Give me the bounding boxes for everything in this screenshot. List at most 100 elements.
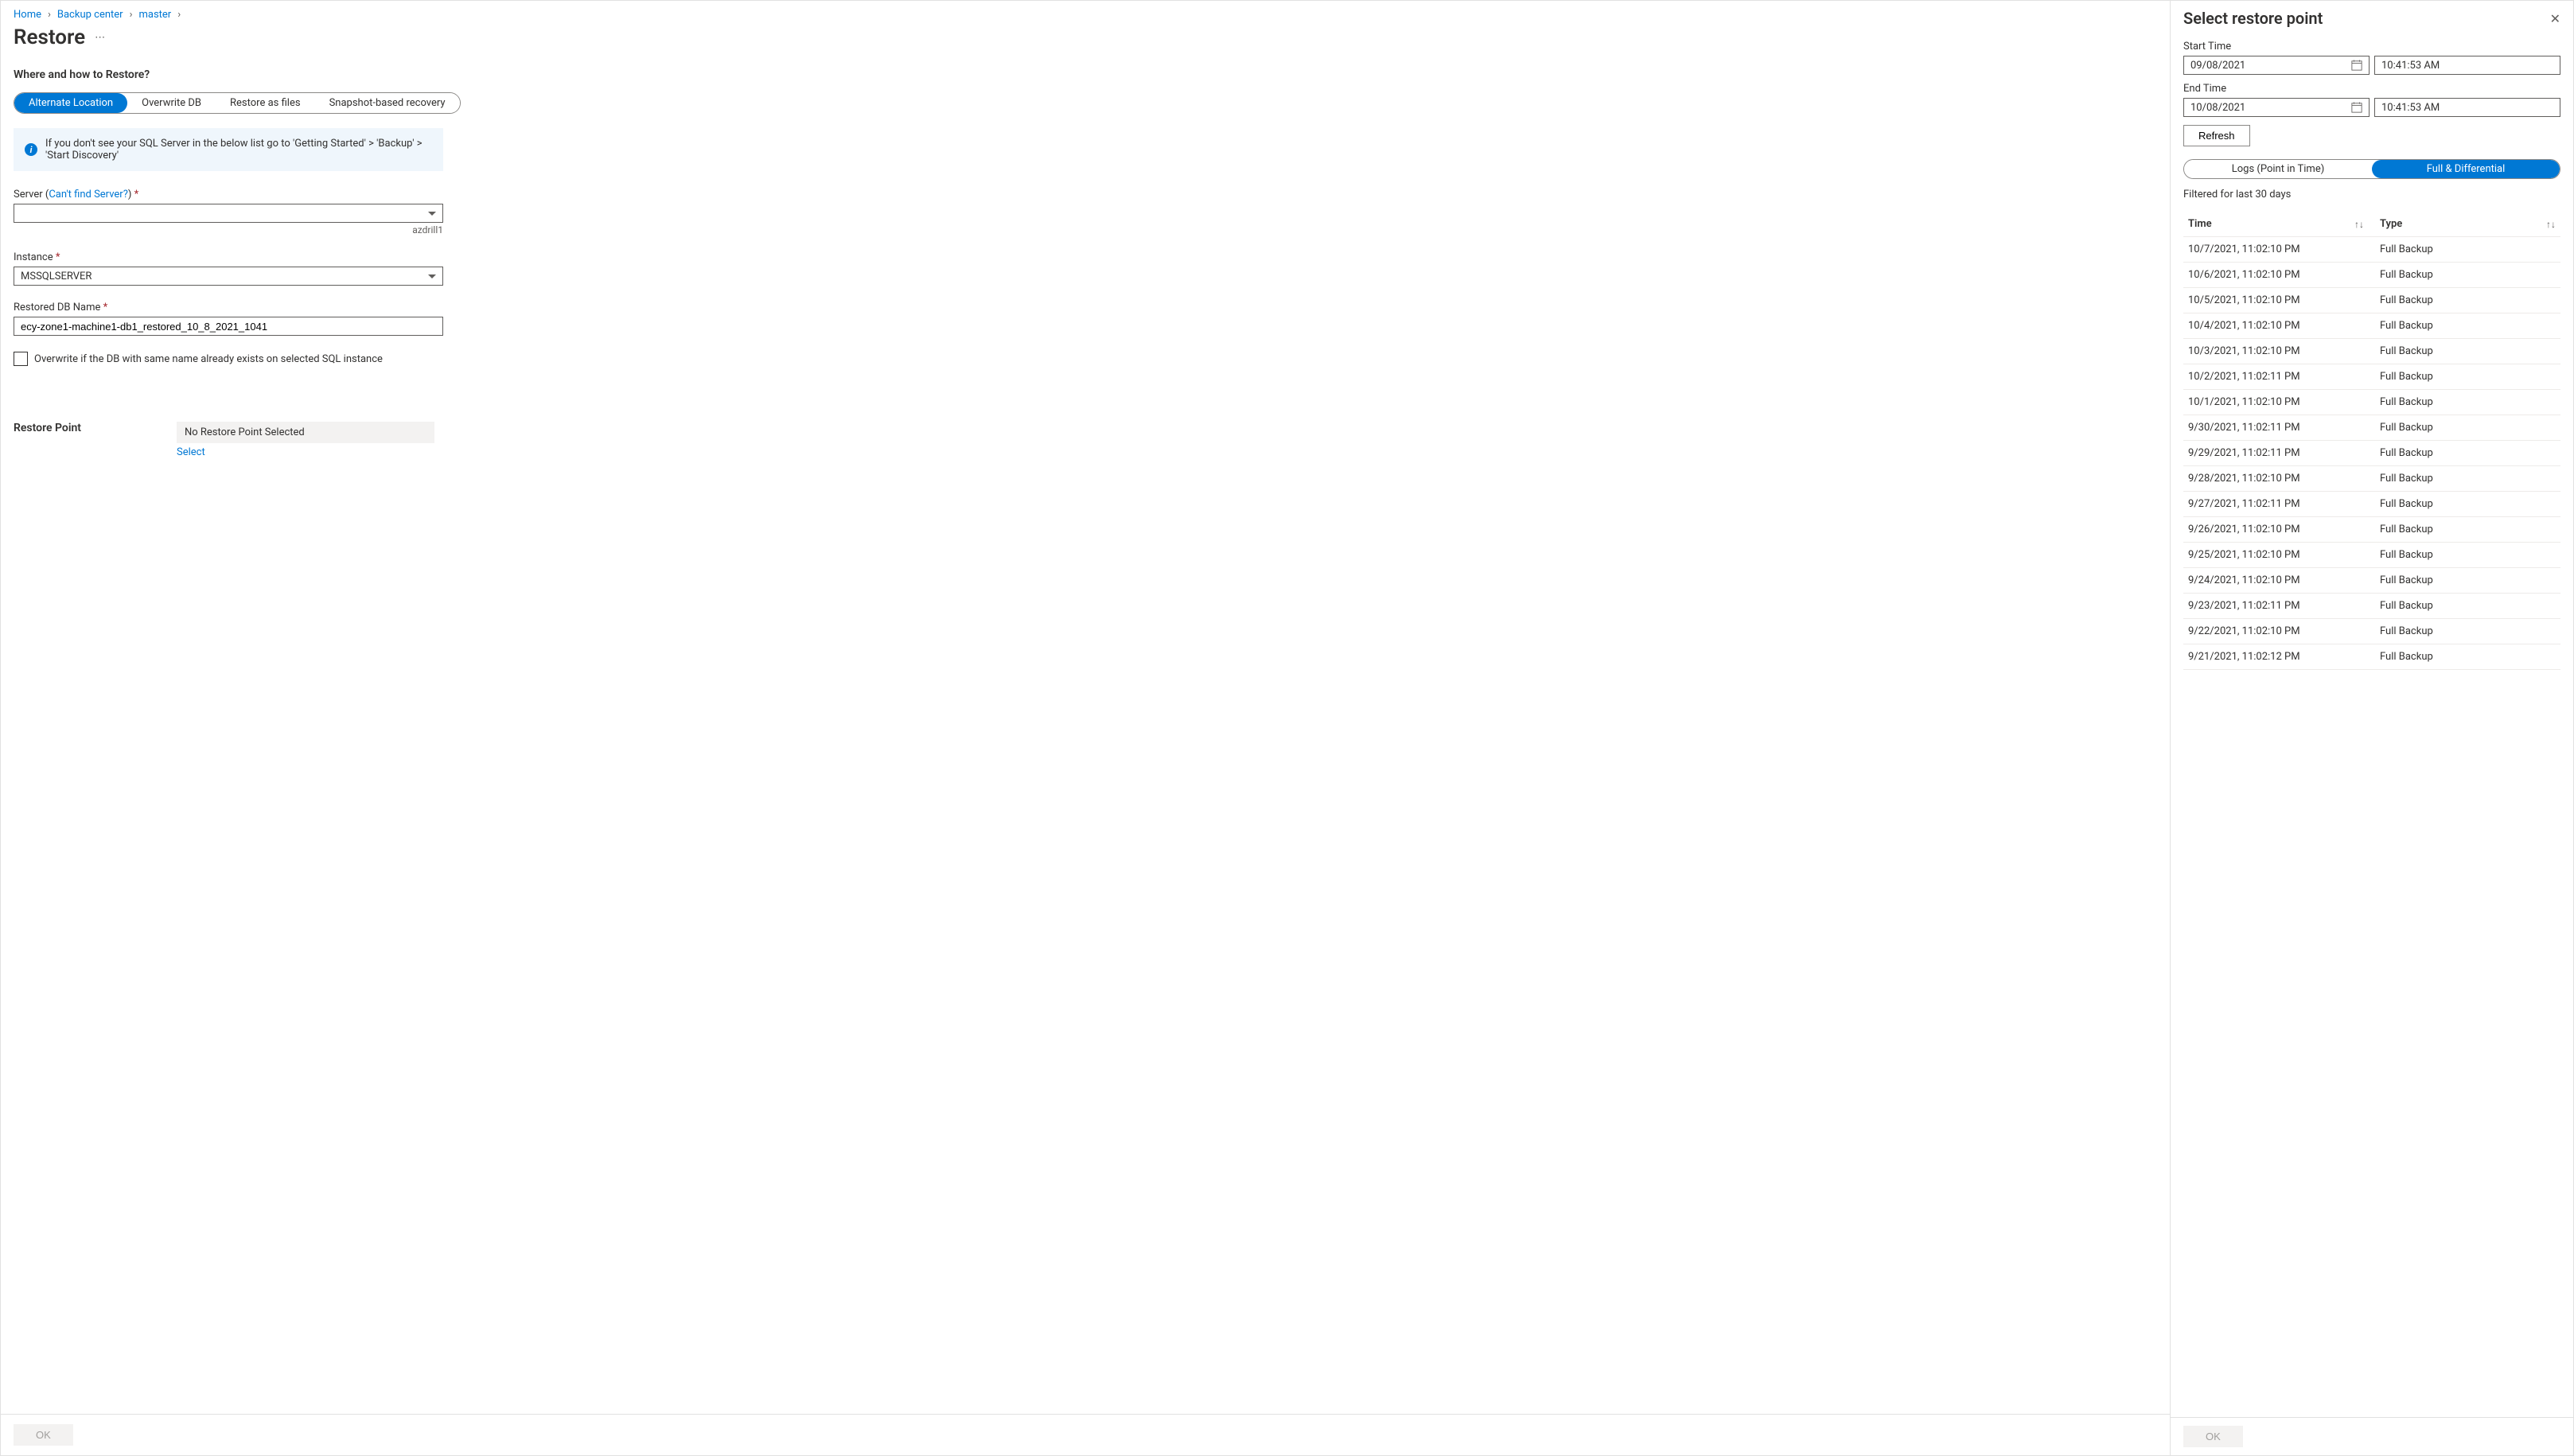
server-helper: azdrill1	[14, 224, 443, 236]
table-row[interactable]: 9/27/2021, 11:02:11 PMFull Backup	[2183, 492, 2560, 517]
panel-ok-button: OK	[2183, 1426, 2243, 1447]
overwrite-checkbox[interactable]	[14, 352, 28, 366]
chevron-right-icon: ›	[48, 9, 51, 21]
cell-type: Full Backup	[2380, 320, 2556, 332]
sort-icon: ↑↓	[2354, 219, 2364, 230]
cell-time: 9/29/2021, 11:02:11 PM	[2188, 447, 2380, 459]
end-time-input[interactable]: 10:41:53 AM	[2374, 98, 2560, 117]
breadcrumb-home[interactable]: Home	[14, 9, 41, 21]
instance-select[interactable]: MSSQLSERVER	[14, 267, 443, 286]
chevron-down-icon	[428, 274, 436, 278]
table-row[interactable]: 9/22/2021, 11:02:10 PMFull Backup	[2183, 619, 2560, 644]
restored-db-input[interactable]	[14, 317, 443, 336]
chevron-down-icon	[428, 212, 436, 216]
end-date-value: 10/08/2021	[2190, 102, 2245, 114]
cell-time: 10/5/2021, 11:02:10 PM	[2188, 294, 2380, 306]
cell-type: Full Backup	[2380, 396, 2556, 408]
cant-find-server-link[interactable]: Can't find Server?	[49, 189, 128, 200]
table-row[interactable]: 9/24/2021, 11:02:10 PMFull Backup	[2183, 568, 2560, 594]
restored-db-label: Restored DB Name *	[14, 302, 443, 313]
info-text: If you don't see your SQL Server in the …	[45, 138, 432, 162]
cell-type: Full Backup	[2380, 473, 2556, 485]
tab-restore-as-files[interactable]: Restore as files	[216, 93, 315, 113]
cell-time: 10/4/2021, 11:02:10 PM	[2188, 320, 2380, 332]
table-row[interactable]: 10/7/2021, 11:02:10 PMFull Backup	[2183, 237, 2560, 263]
tab-full-differential[interactable]: Full & Differential	[2372, 160, 2560, 178]
breadcrumb: Home › Backup center › master ›	[14, 9, 2157, 21]
cell-type: Full Backup	[2380, 549, 2556, 561]
table-row[interactable]: 9/29/2021, 11:02:11 PMFull Backup	[2183, 441, 2560, 466]
filter-note: Filtered for last 30 days	[2183, 189, 2560, 200]
info-message: i If you don't see your SQL Server in th…	[14, 128, 443, 171]
table-row[interactable]: 10/4/2021, 11:02:10 PMFull Backup	[2183, 313, 2560, 339]
calendar-icon	[2351, 102, 2362, 113]
server-select[interactable]	[14, 204, 443, 223]
table-row[interactable]: 9/26/2021, 11:02:10 PMFull Backup	[2183, 517, 2560, 543]
cell-type: Full Backup	[2380, 371, 2556, 383]
tab-alternate-location[interactable]: Alternate Location	[14, 93, 127, 113]
sort-icon: ↑↓	[2546, 219, 2556, 230]
breadcrumb-master[interactable]: master	[138, 9, 171, 21]
chevron-right-icon: ›	[130, 9, 133, 21]
table-row[interactable]: 9/28/2021, 11:02:10 PMFull Backup	[2183, 466, 2560, 492]
calendar-icon	[2351, 60, 2362, 71]
instance-label: Instance *	[14, 251, 443, 263]
cell-time: 10/2/2021, 11:02:11 PM	[2188, 371, 2380, 383]
table-row[interactable]: 10/1/2021, 11:02:10 PMFull Backup	[2183, 390, 2560, 415]
start-date-value: 09/08/2021	[2190, 60, 2245, 72]
cell-type: Full Backup	[2380, 524, 2556, 535]
start-time-label: Start Time	[2183, 41, 2560, 53]
table-row[interactable]: 10/5/2021, 11:02:10 PMFull Backup	[2183, 288, 2560, 313]
table-row[interactable]: 9/21/2021, 11:02:12 PMFull Backup	[2183, 644, 2560, 670]
cell-type: Full Backup	[2380, 345, 2556, 357]
cell-time: 9/25/2021, 11:02:10 PM	[2188, 549, 2380, 561]
server-label: Server (Can't find Server?) *	[14, 189, 443, 200]
end-time-label: End Time	[2183, 83, 2560, 95]
cell-type: Full Backup	[2380, 243, 2556, 255]
end-time-value: 10:41:53 AM	[2381, 102, 2440, 114]
cell-time: 10/1/2021, 11:02:10 PM	[2188, 396, 2380, 408]
overwrite-checkbox-label: Overwrite if the DB with same name alrea…	[34, 353, 383, 365]
cell-time: 9/22/2021, 11:02:10 PM	[2188, 625, 2380, 637]
close-icon[interactable]: ✕	[2550, 11, 2560, 26]
cell-time: 10/6/2021, 11:02:10 PM	[2188, 269, 2380, 281]
cell-type: Full Backup	[2380, 651, 2556, 663]
restore-point-type-tabs: Logs (Point in Time) Full & Differential	[2183, 159, 2560, 179]
cell-type: Full Backup	[2380, 447, 2556, 459]
col-header-time[interactable]: Time ↑↓	[2188, 218, 2380, 230]
restore-point-value: No Restore Point Selected	[177, 422, 434, 443]
restore-point-table: Time ↑↓ Type ↑↓ 10/7/2021, 11:02:10 PMFu…	[2183, 212, 2560, 670]
cell-time: 9/27/2021, 11:02:11 PM	[2188, 498, 2380, 510]
table-row[interactable]: 9/23/2021, 11:02:11 PMFull Backup	[2183, 594, 2560, 619]
tab-overwrite-db[interactable]: Overwrite DB	[127, 93, 216, 113]
end-date-input[interactable]: 10/08/2021	[2183, 98, 2370, 117]
cell-type: Full Backup	[2380, 498, 2556, 510]
restore-point-label: Restore Point	[14, 422, 81, 434]
restore-mode-tabs: Alternate Location Overwrite DB Restore …	[14, 92, 461, 114]
breadcrumb-backup-center[interactable]: Backup center	[57, 9, 123, 21]
table-row[interactable]: 10/6/2021, 11:02:10 PMFull Backup	[2183, 263, 2560, 288]
cell-type: Full Backup	[2380, 269, 2556, 281]
chevron-right-icon: ›	[177, 9, 181, 21]
cell-time: 9/21/2021, 11:02:12 PM	[2188, 651, 2380, 663]
cell-type: Full Backup	[2380, 294, 2556, 306]
table-row[interactable]: 10/3/2021, 11:02:10 PMFull Backup	[2183, 339, 2560, 364]
table-row[interactable]: 10/2/2021, 11:02:11 PMFull Backup	[2183, 364, 2560, 390]
table-row[interactable]: 9/30/2021, 11:02:11 PMFull Backup	[2183, 415, 2560, 441]
ok-button: OK	[14, 1424, 73, 1446]
refresh-button[interactable]: Refresh	[2183, 125, 2250, 146]
cell-time: 9/23/2021, 11:02:11 PM	[2188, 600, 2380, 612]
restore-point-select-link[interactable]: Select	[177, 446, 205, 458]
panel-title: Select restore point	[2183, 9, 2323, 28]
start-time-input[interactable]: 10:41:53 AM	[2374, 56, 2560, 75]
cell-type: Full Backup	[2380, 574, 2556, 586]
tab-logs-pit[interactable]: Logs (Point in Time)	[2184, 160, 2372, 178]
cell-time: 9/24/2021, 11:02:10 PM	[2188, 574, 2380, 586]
start-date-input[interactable]: 09/08/2021	[2183, 56, 2370, 75]
tab-snapshot-recovery[interactable]: Snapshot-based recovery	[315, 93, 460, 113]
cell-time: 10/3/2021, 11:02:10 PM	[2188, 345, 2380, 357]
more-actions-icon[interactable]: ⋯	[95, 32, 106, 44]
col-header-type[interactable]: Type ↑↓	[2380, 218, 2556, 230]
cell-time: 9/28/2021, 11:02:10 PM	[2188, 473, 2380, 485]
table-row[interactable]: 9/25/2021, 11:02:10 PMFull Backup	[2183, 543, 2560, 568]
